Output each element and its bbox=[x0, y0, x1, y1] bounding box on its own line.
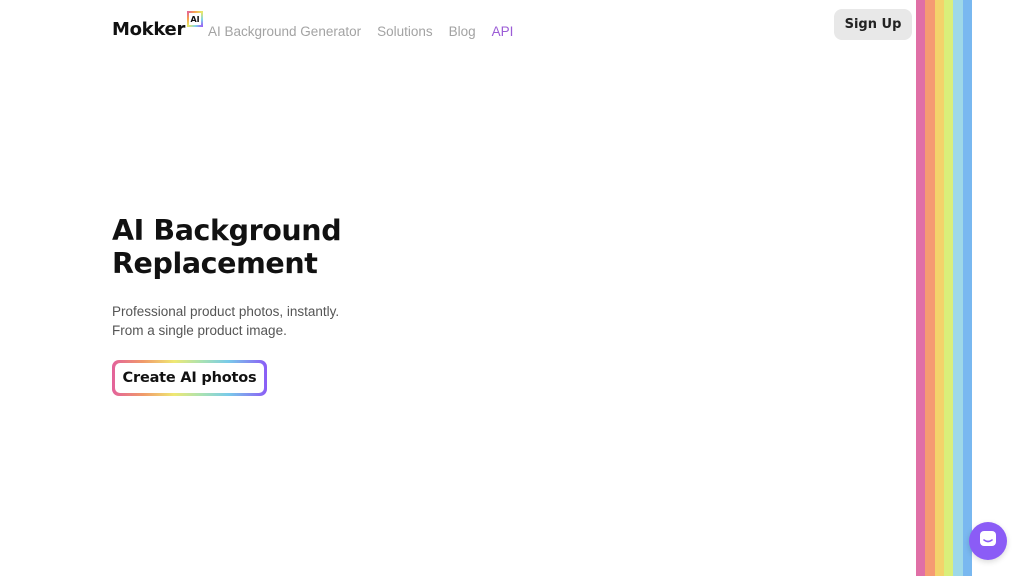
create-ai-photos-label: Create AI photos bbox=[115, 363, 264, 393]
chat-bubble-icon bbox=[978, 529, 998, 553]
sign-up-button[interactable]: Sign Up bbox=[834, 9, 912, 40]
logo[interactable]: Mokker AI bbox=[112, 11, 204, 43]
stripe bbox=[934, 0, 944, 576]
hero-subtitle-line-2: From a single product image. bbox=[112, 323, 287, 338]
hero-title-line-1: AI Background bbox=[112, 214, 342, 247]
stripe bbox=[953, 0, 963, 576]
page: Mokker AI AI Background Generator Soluti… bbox=[0, 0, 1024, 576]
chat-widget-button[interactable] bbox=[969, 522, 1007, 560]
stripe bbox=[916, 0, 926, 576]
hero-subtitle: Professional product photos, instantly. … bbox=[112, 302, 339, 340]
nav-solutions[interactable]: Solutions bbox=[377, 23, 433, 41]
logo-text: Mokker bbox=[112, 19, 186, 40]
stripe bbox=[925, 0, 935, 576]
main-nav: AI Background Generator Solutions Blog A… bbox=[208, 23, 513, 41]
stripe bbox=[943, 0, 954, 576]
logo-ai-badge: AI bbox=[187, 11, 204, 27]
rainbow-stripes bbox=[916, 0, 972, 576]
nav-api[interactable]: API bbox=[492, 23, 514, 41]
nav-ai-background-generator[interactable]: AI Background Generator bbox=[208, 23, 361, 41]
hero-title-highlight: Replacement bbox=[112, 247, 318, 280]
hero-subtitle-line-1: Professional product photos, instantly. bbox=[112, 304, 340, 319]
create-ai-photos-button[interactable]: Create AI photos bbox=[112, 360, 267, 396]
hero-title: AI Background Replacement bbox=[112, 214, 342, 280]
nav-blog[interactable]: Blog bbox=[449, 23, 476, 41]
stripe bbox=[962, 0, 972, 576]
